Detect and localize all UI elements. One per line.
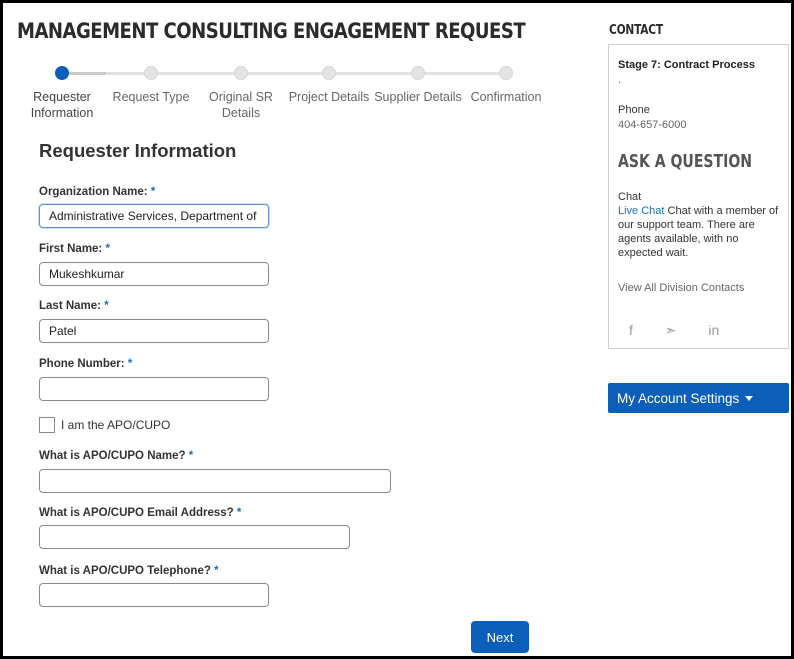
stage-subtext: .	[618, 74, 622, 86]
apo-name-input[interactable]	[39, 469, 391, 493]
apo-telephone-label-text: What is APO/CUPO Telephone?	[39, 565, 211, 577]
my-account-settings-label: My Account Settings	[617, 390, 740, 406]
chat-description: Live Chat Chat with a member of our supp…	[618, 204, 786, 260]
next-button[interactable]: Next	[471, 621, 529, 653]
section-title: Requester Information	[39, 140, 237, 161]
required-marker: *	[214, 565, 219, 577]
phone-value: 404-657-6000	[618, 119, 687, 131]
step-dot-confirmation	[499, 66, 513, 80]
apo-cupo-checkbox-label: I am the APO/CUPO	[61, 418, 171, 432]
contact-panel: Stage 7: Contract Process . Phone 404-65…	[608, 44, 789, 349]
organization-name-input[interactable]	[39, 204, 269, 228]
last-name-input[interactable]	[39, 319, 269, 343]
step-dot-supplier-details	[411, 66, 425, 80]
apo-name-label-text: What is APO/CUPO Name?	[39, 450, 186, 462]
required-marker: *	[188, 450, 194, 462]
ask-question-heading: ASK A QUESTION	[618, 151, 753, 172]
organization-name-label-text: Organization Name:	[39, 186, 148, 198]
phone-number-label-text: Phone Number:	[39, 358, 125, 370]
chat-label: Chat	[618, 191, 642, 203]
apo-email-label: What is APO/CUPO Email Address? *	[39, 507, 241, 519]
apo-name-label: What is APO/CUPO Name? *	[39, 450, 193, 462]
step-label-requester-information: Requester Information	[30, 90, 94, 120]
required-marker: *	[236, 507, 242, 519]
step-label-confirmation: Confirmation	[470, 90, 542, 104]
view-all-contacts-link[interactable]: View All Division Contacts	[618, 281, 744, 295]
linkedin-icon[interactable]: in	[708, 322, 719, 338]
apo-cupo-checkbox[interactable]	[39, 417, 55, 433]
my-account-settings-button[interactable]: My Account Settings	[608, 383, 789, 413]
last-name-label: Last Name: *	[39, 300, 109, 312]
step-dot-requester-information	[55, 66, 69, 80]
facebook-icon[interactable]: f	[629, 322, 633, 338]
social-links: f ➣ in	[629, 322, 747, 339]
apo-telephone-input[interactable]	[39, 583, 269, 607]
stage-title: Stage 7: Contract Process	[618, 59, 755, 71]
step-dot-request-type	[144, 66, 158, 80]
phone-label: Phone	[618, 104, 650, 116]
required-marker: *	[127, 358, 133, 370]
first-name-input[interactable]	[39, 262, 269, 286]
required-marker: *	[105, 243, 110, 255]
required-marker: *	[104, 300, 109, 312]
apo-telephone-label: What is APO/CUPO Telephone? *	[39, 565, 219, 577]
progress-track	[62, 72, 506, 75]
twitter-icon[interactable]: ➣	[665, 322, 677, 338]
phone-number-input[interactable]	[39, 377, 269, 401]
apo-email-input[interactable]	[39, 525, 350, 549]
caret-down-icon	[745, 396, 754, 402]
first-name-label: First Name: *	[39, 243, 110, 255]
step-label-supplier-details: Supplier Details	[374, 90, 462, 104]
first-name-label-text: First Name:	[39, 243, 103, 255]
step-dot-original-sr-details	[234, 66, 248, 80]
live-chat-link[interactable]: Live Chat	[618, 205, 664, 217]
step-dot-project-details	[322, 66, 336, 80]
phone-number-label: Phone Number: *	[39, 358, 132, 370]
last-name-label-text: Last Name:	[39, 300, 101, 312]
step-label-request-type: Request Type	[112, 90, 190, 104]
apo-email-label-text: What is APO/CUPO Email Address?	[39, 507, 234, 519]
progress-stepper: Requester Information Request Type Origi…	[3, 63, 563, 123]
page-title: MANAGEMENT CONSULTING ENGAGEMENT REQUEST	[17, 19, 526, 43]
page-frame: MANAGEMENT CONSULTING ENGAGEMENT REQUEST…	[0, 0, 794, 659]
step-label-project-details: Project Details	[288, 90, 370, 104]
step-label-original-sr-details: Original SR Details	[209, 90, 273, 120]
required-marker: *	[150, 186, 156, 198]
organization-name-label: Organization Name: *	[39, 186, 155, 198]
contact-heading: CONTACT	[609, 23, 663, 38]
